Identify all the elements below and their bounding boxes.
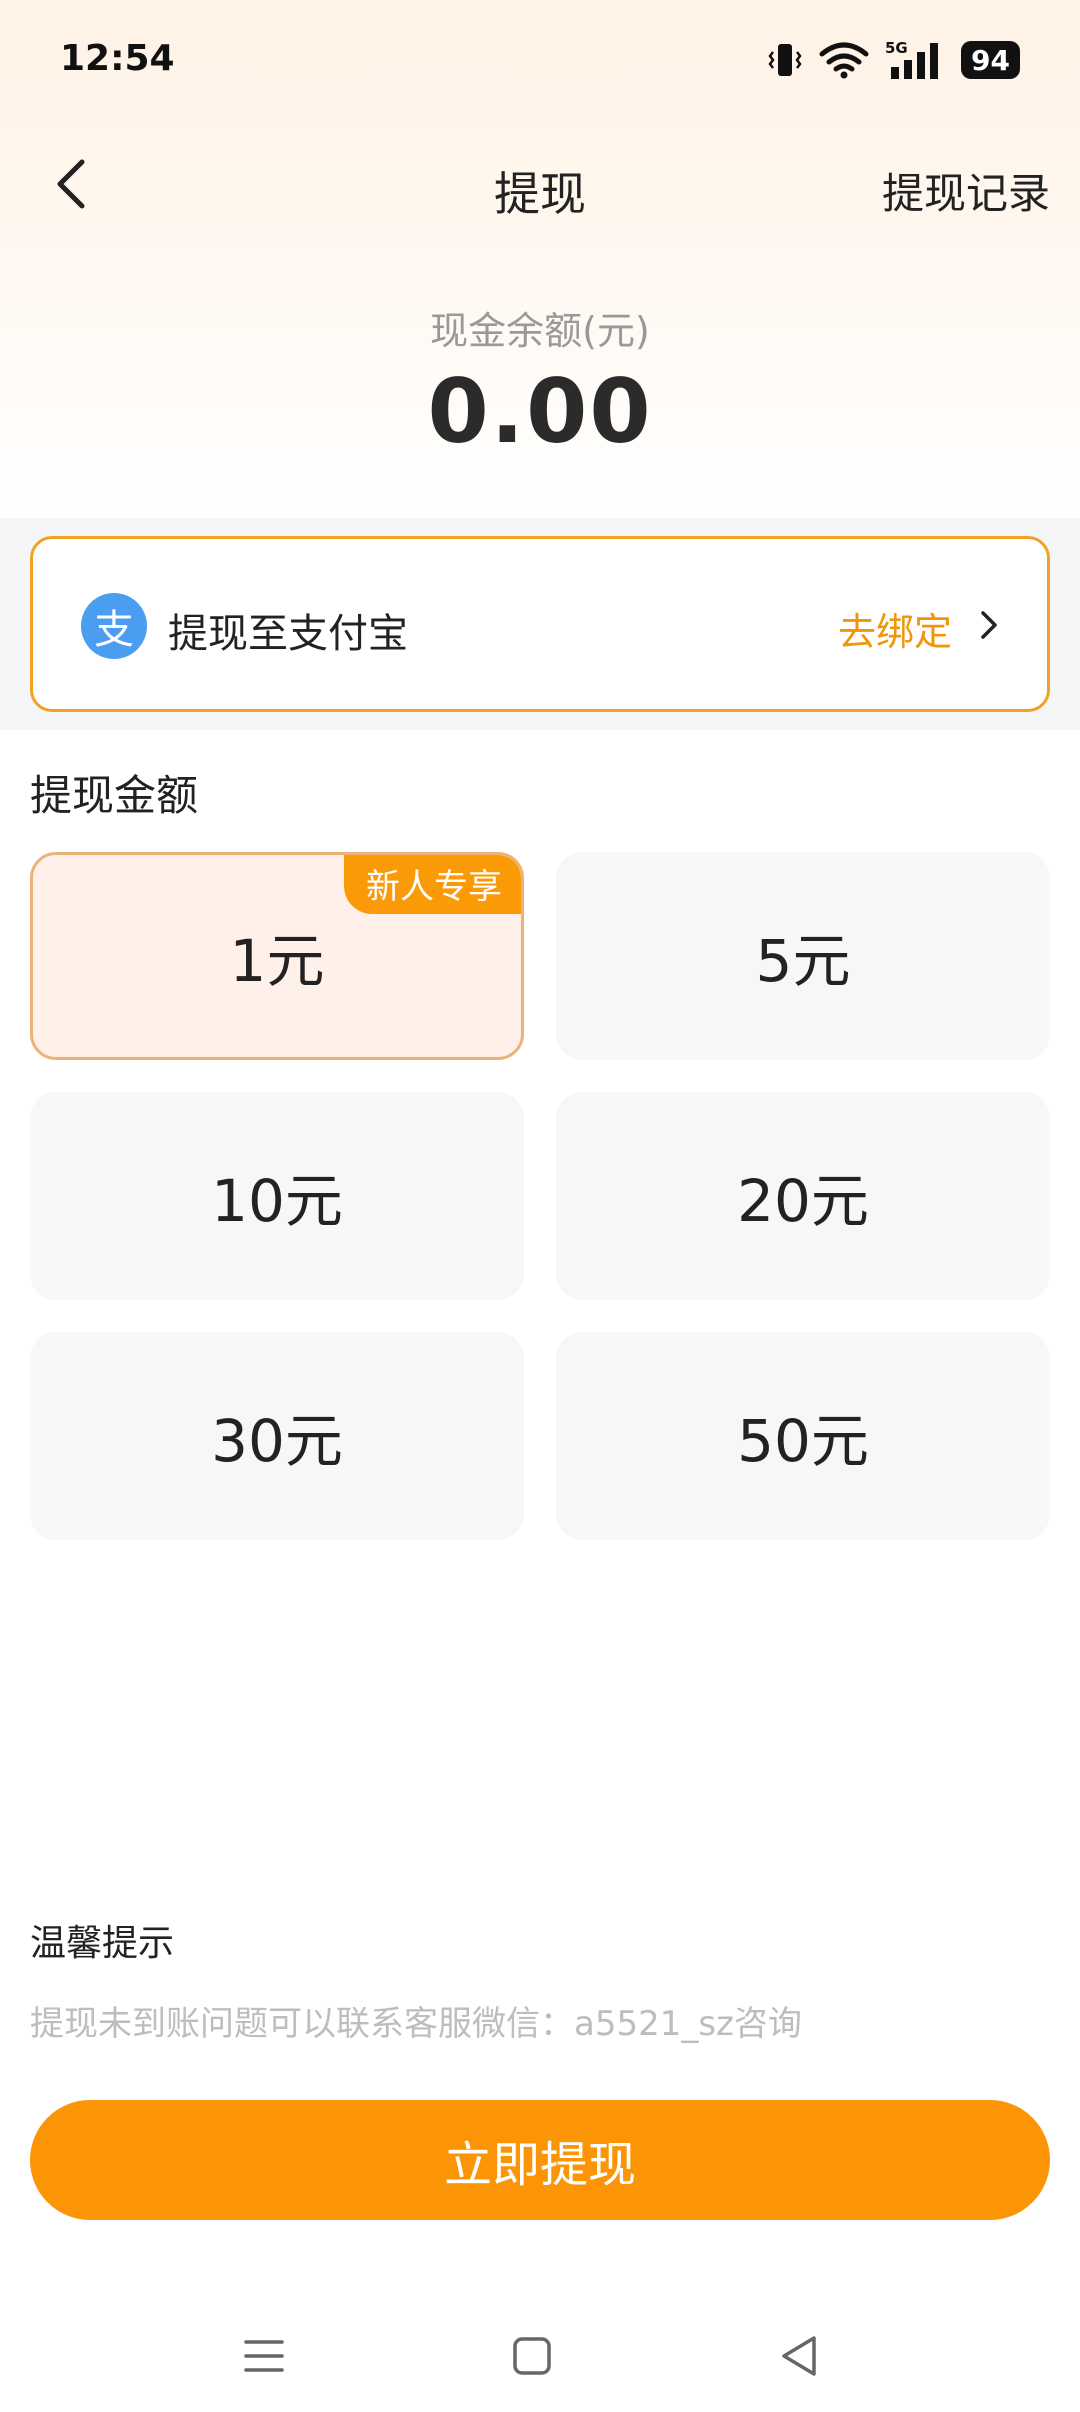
amount-option-10[interactable]: 10元 xyxy=(30,1092,524,1300)
amount-option-label: 50元 xyxy=(737,1407,869,1475)
chevron-right-icon xyxy=(981,611,997,639)
amount-option-label: 20元 xyxy=(737,1167,869,1235)
amount-option-1[interactable]: 1元 新人专享 xyxy=(30,852,524,1060)
withdraw-history-link[interactable]: 提现记录 xyxy=(882,160,1050,221)
amount-option-label: 30元 xyxy=(211,1407,343,1475)
balance-label: 现金余额(元) xyxy=(430,309,650,353)
amount-section-title: 提现金额 xyxy=(30,771,199,820)
home-square-icon[interactable] xyxy=(500,2324,564,2388)
header: 提现 提现记录 xyxy=(0,130,1080,240)
network-type-label: 5G xyxy=(885,39,908,57)
alipay-section: 支 提现至支付宝 去绑定 xyxy=(0,518,1080,730)
system-nav-bar xyxy=(0,2300,1080,2412)
amount-option-30[interactable]: 30元 xyxy=(30,1332,524,1540)
tips-text: 提现未到账问题可以联系客服微信：a5521_sz咨询 xyxy=(30,2004,802,2044)
new-user-badge: 新人专享 xyxy=(344,855,521,914)
amount-option-label: 10元 xyxy=(211,1167,343,1235)
menu-icon[interactable] xyxy=(232,2324,296,2388)
status-time: 12:54 xyxy=(60,38,175,79)
balance-amount: 0.00 xyxy=(427,360,653,463)
status-bar: 12:54 5G 94 xyxy=(0,0,1080,120)
withdraw-now-button[interactable]: 立即提现 xyxy=(30,2100,1050,2220)
vibrate-icon xyxy=(768,44,802,76)
bind-link[interactable]: 去绑定 xyxy=(838,601,952,656)
wifi-icon xyxy=(819,42,869,79)
amount-option-20[interactable]: 20元 xyxy=(556,1092,1050,1300)
alipay-label: 提现至支付宝 xyxy=(168,611,408,657)
alipay-icon: 支 xyxy=(81,593,147,659)
amount-option-5[interactable]: 5元 xyxy=(556,852,1050,1060)
back-triangle-icon[interactable] xyxy=(768,2324,832,2388)
amount-option-50[interactable]: 50元 xyxy=(556,1332,1050,1540)
tips-title: 温馨提示 xyxy=(30,1923,175,1964)
alipay-bind-card[interactable]: 支 提现至支付宝 去绑定 xyxy=(30,536,1050,712)
signal-5g-icon: 5G xyxy=(885,39,939,79)
amount-option-label: 1元 xyxy=(229,927,325,995)
status-icons: 5G 94 xyxy=(767,36,1020,84)
battery-indicator: 94 xyxy=(961,41,1020,79)
amount-option-label: 5元 xyxy=(755,927,851,995)
